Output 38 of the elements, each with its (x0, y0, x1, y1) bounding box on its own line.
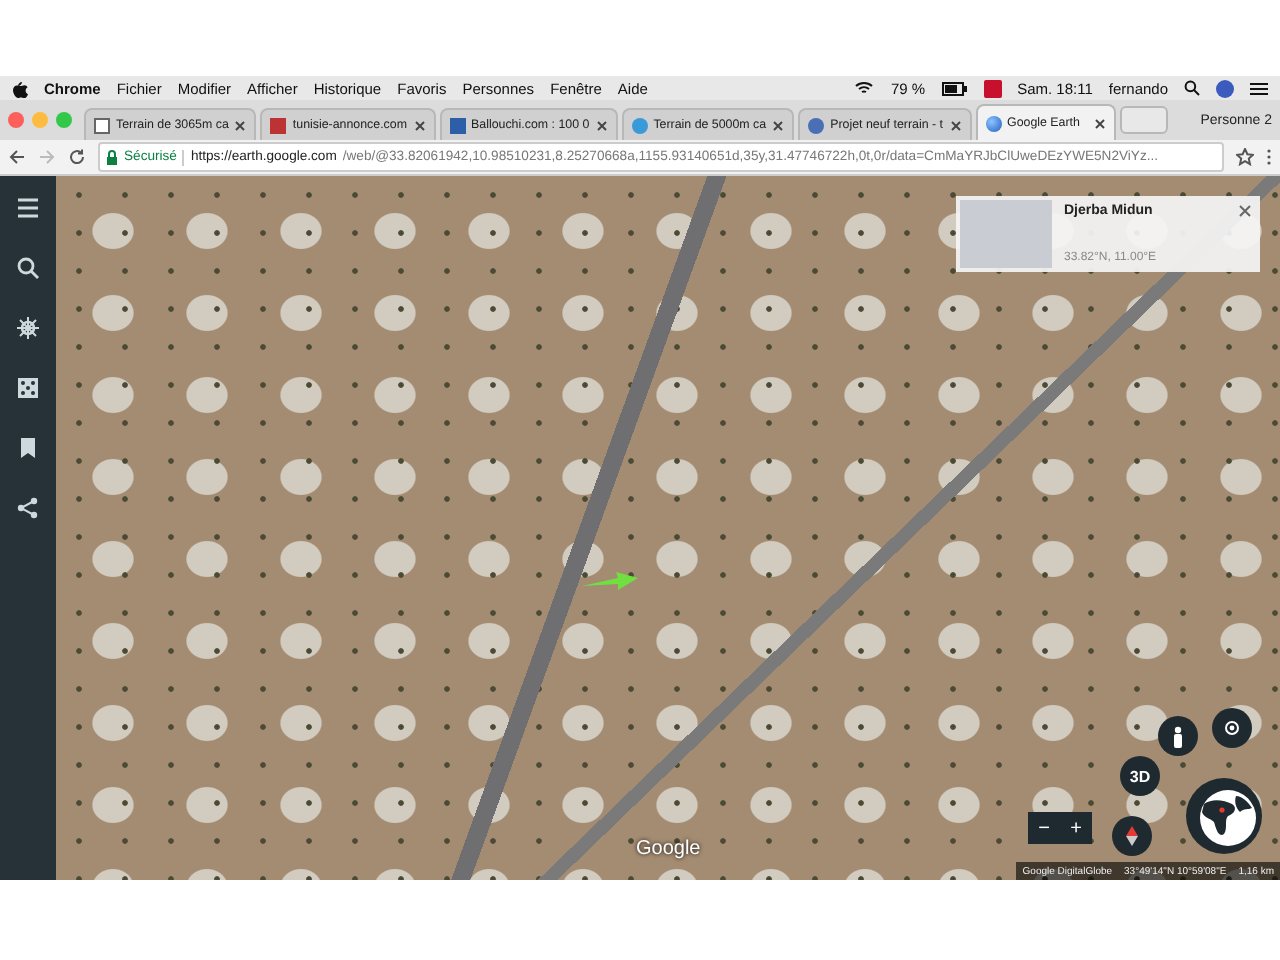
wifi-icon[interactable] (854, 80, 875, 96)
earth-icon (985, 115, 1001, 131)
menu-icon[interactable] (16, 196, 40, 220)
site-favicon-icon (270, 117, 287, 133)
site-favicon-icon (449, 117, 466, 133)
star-icon[interactable] (1236, 148, 1254, 166)
back-arrow-icon[interactable] (8, 148, 26, 166)
close-icon[interactable] (1238, 204, 1252, 218)
lock-icon (106, 149, 118, 165)
search-icon[interactable] (1184, 80, 1200, 96)
more-menu-icon[interactable] (1266, 148, 1272, 166)
close-icon[interactable] (1093, 117, 1105, 129)
battery-icon[interactable] (941, 81, 968, 95)
person-icon (1172, 725, 1184, 747)
location-arrow-icon (582, 572, 638, 592)
zoom-out-button[interactable]: − (1034, 817, 1054, 839)
bookmark-icon[interactable] (16, 436, 40, 460)
dice-icon[interactable] (16, 376, 40, 400)
earth-globe-button[interactable] (1184, 776, 1264, 856)
apple-logo-icon[interactable] (12, 79, 28, 97)
close-icon[interactable] (772, 119, 785, 131)
compass-needle-icon (1126, 826, 1138, 846)
circle-favicon-icon (631, 117, 648, 133)
search-icon[interactable] (16, 256, 40, 280)
close-icon[interactable] (595, 119, 608, 131)
zoom-in-button[interactable]: + (1066, 817, 1086, 839)
close-icon[interactable] (413, 119, 426, 131)
close-icon[interactable] (949, 119, 961, 131)
page-icon (94, 117, 110, 133)
satellite-photo-placeholder[interactable] (56, 176, 1280, 880)
target-icon (1222, 718, 1242, 738)
ship-wheel-icon[interactable] (16, 316, 40, 340)
google-logo: Google (636, 838, 701, 860)
reload-icon[interactable] (68, 148, 86, 166)
close-icon[interactable] (234, 119, 247, 131)
photo-placeholder (960, 200, 1052, 268)
list-icon[interactable] (1250, 81, 1268, 95)
share-icon[interactable] (16, 496, 40, 520)
